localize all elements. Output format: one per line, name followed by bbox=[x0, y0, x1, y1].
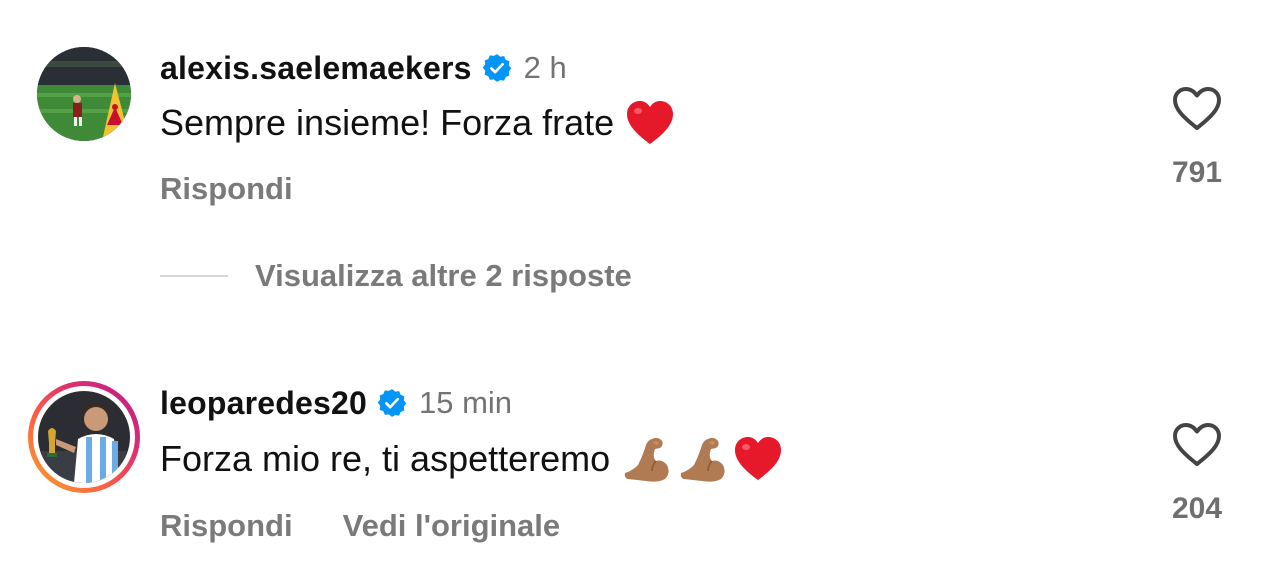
like-control: 791 bbox=[1162, 86, 1232, 190]
comment-header: leoparedes20 15 min bbox=[160, 383, 512, 423]
comment-actions: Rispondi bbox=[160, 171, 293, 207]
comment-body: Sempre insieme! Forza frate bbox=[160, 100, 674, 146]
reply-button[interactable]: Rispondi bbox=[160, 508, 293, 544]
comments-list: alexis.saelemaekers 2 h Sempre insieme! … bbox=[0, 0, 1280, 584]
comment-body: Forza mio re, ti aspetteremo bbox=[160, 434, 782, 484]
comment-text: Sempre insieme! Forza frate bbox=[160, 102, 615, 143]
username[interactable]: alexis.saelemaekers bbox=[160, 50, 472, 87]
comment-actions: Rispondi Vedi l'originale bbox=[160, 507, 560, 545]
comment-time: 15 min bbox=[418, 385, 513, 420]
replies-divider bbox=[160, 275, 228, 277]
comment-header: alexis.saelemaekers 2 h bbox=[160, 48, 567, 88]
avatar-alexis-saelemaekers[interactable] bbox=[37, 47, 131, 141]
heart-outline-icon[interactable] bbox=[1172, 422, 1222, 468]
red-heart-emoji bbox=[626, 100, 674, 146]
comment-text: Forza mio re, ti aspetteremo bbox=[160, 438, 611, 479]
flexed-biceps-icon bbox=[678, 435, 728, 483]
like-count: 791 bbox=[1171, 156, 1223, 189]
view-replies-button[interactable]: Visualizza altre 2 risposte bbox=[255, 258, 632, 294]
red-heart-emoji bbox=[734, 436, 782, 482]
avatar-leoparedes20[interactable] bbox=[38, 391, 130, 483]
username[interactable]: leoparedes20 bbox=[160, 385, 367, 422]
flexed-biceps-icon bbox=[622, 435, 672, 483]
heart-outline-icon[interactable] bbox=[1172, 86, 1222, 132]
verified-badge-icon bbox=[377, 389, 407, 417]
verified-badge-icon bbox=[482, 54, 511, 82]
like-control: 204 bbox=[1162, 422, 1232, 526]
view-replies[interactable]: Visualizza altre 2 risposte bbox=[160, 258, 632, 294]
comment-time: 2 h bbox=[523, 50, 567, 85]
see-original-button[interactable]: Vedi l'originale bbox=[343, 508, 561, 544]
like-count: 204 bbox=[1171, 492, 1223, 525]
reply-button[interactable]: Rispondi bbox=[160, 171, 293, 207]
